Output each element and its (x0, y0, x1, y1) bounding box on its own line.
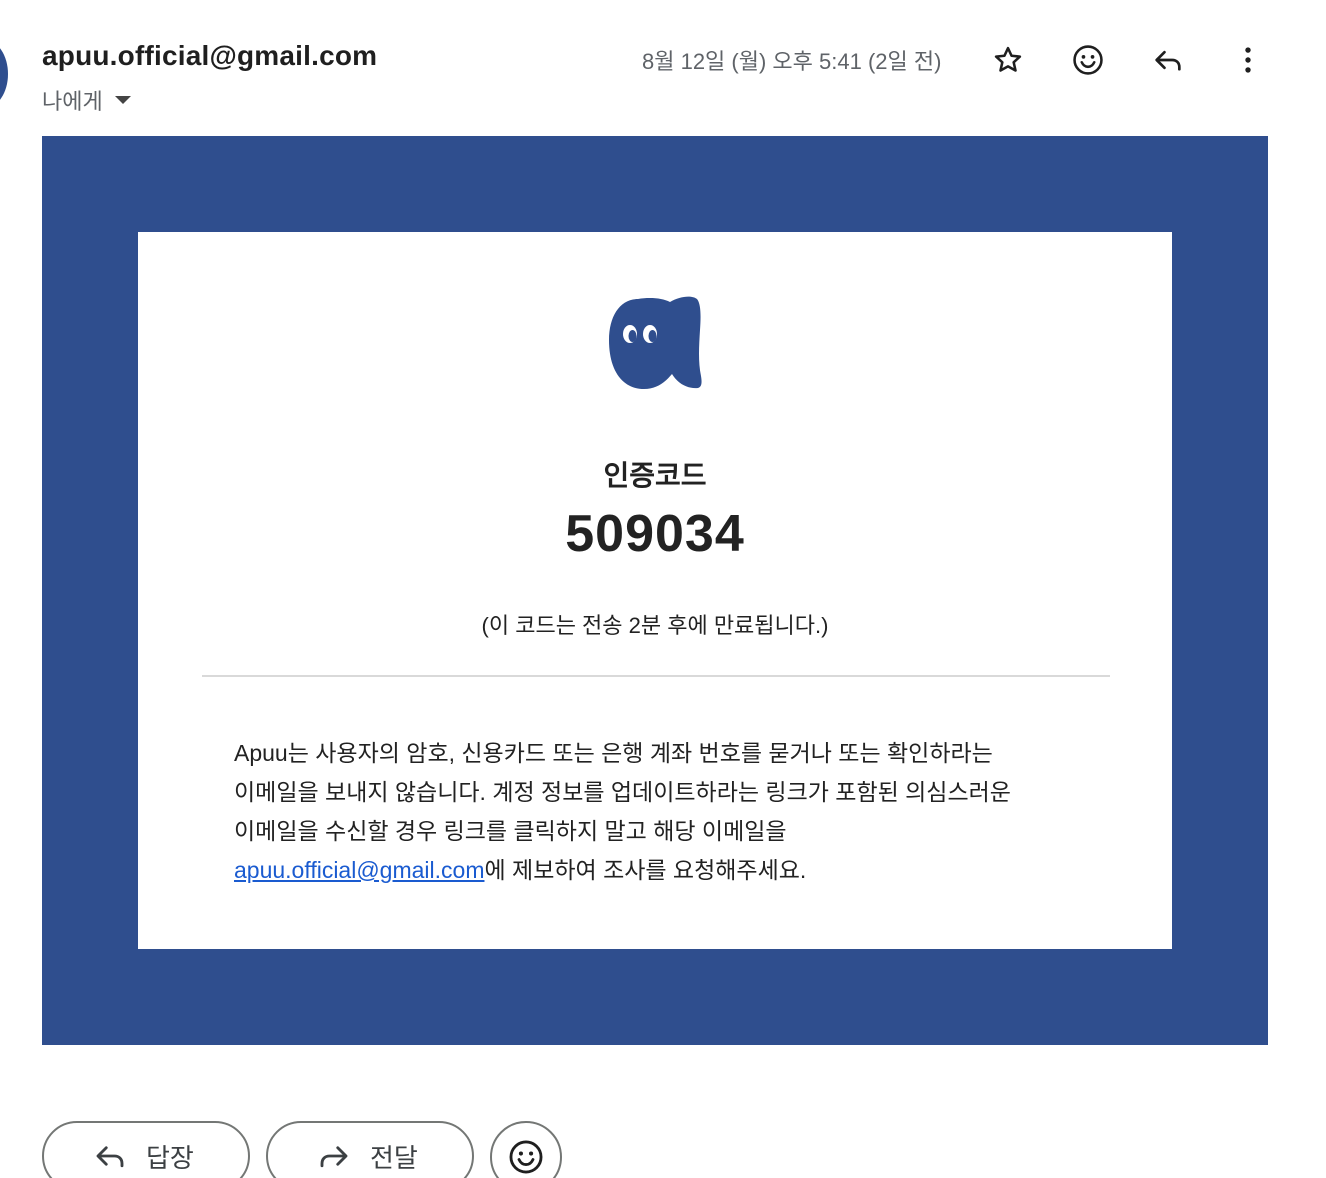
reply-button-label: 답장 (146, 1142, 194, 1173)
sender-address[interactable]: apuu.official@gmail.com (42, 40, 377, 72)
notice-line: 이메일을 수신할 경우 링크를 클릭하지 말고 해당 이메일을 (234, 818, 787, 844)
verification-code-label: 인증코드 (603, 460, 707, 491)
emoji-icon (509, 1140, 543, 1174)
emoji-reaction-button[interactable] (490, 1121, 562, 1178)
forward-button[interactable]: 전달 (266, 1121, 474, 1178)
notice-line: 이메일을 보내지 않습니다. 계정 정보를 업데이트하라는 링크가 포함된 의심… (234, 779, 1011, 805)
report-email-link[interactable]: apuu.official@gmail.com (234, 857, 484, 883)
divider (202, 675, 1110, 677)
notice-tail: 에 제보하여 조사를 요청해주세요. (484, 857, 807, 883)
sender-avatar[interactable] (0, 40, 8, 108)
notice-line: apuu.official@gmail.com에 제보하여 조사를 요청해주세요… (234, 851, 1094, 890)
emoji-icon[interactable] (1066, 38, 1110, 82)
email-view: apuu.official@gmail.com 나에게 8월 12일 (월) 오… (0, 0, 1326, 1178)
more-vert-icon[interactable] (1226, 38, 1270, 82)
apuu-logo-icon (609, 296, 702, 389)
star-icon[interactable] (986, 38, 1030, 82)
reply-button[interactable]: 답장 (42, 1121, 250, 1178)
reply-icon (96, 1146, 124, 1168)
email-card: 인증코드 509034 (이 코드는 전송 2분 후에 만료됩니다.) Apuu… (138, 232, 1172, 949)
security-notice: Apuu는 사용자의 암호, 신용카드 또는 은행 계좌 번호를 묻거나 또는 … (234, 734, 1094, 890)
code-expiry-note: (이 코드는 전송 2분 후에 만료됩니다.) (481, 613, 829, 638)
recipient-line: 나에게 (42, 84, 131, 116)
recipient-label: 나에게 (42, 89, 103, 114)
verification-code[interactable]: 509034 (138, 504, 1172, 564)
forward-button-label: 전달 (370, 1142, 418, 1173)
recipient-details-caret-icon[interactable] (114, 96, 131, 104)
forward-icon (320, 1146, 348, 1168)
reply-icon[interactable] (1146, 38, 1190, 82)
notice-line: Apuu는 사용자의 암호, 신용카드 또는 은행 계좌 번호를 묻거나 또는 … (234, 740, 993, 766)
email-body-frame: 인증코드 509034 (이 코드는 전송 2분 후에 만료됩니다.) Apuu… (42, 136, 1268, 1045)
sent-date: 8월 12일 (월) 오후 5:41 (2일 전) (642, 49, 942, 74)
